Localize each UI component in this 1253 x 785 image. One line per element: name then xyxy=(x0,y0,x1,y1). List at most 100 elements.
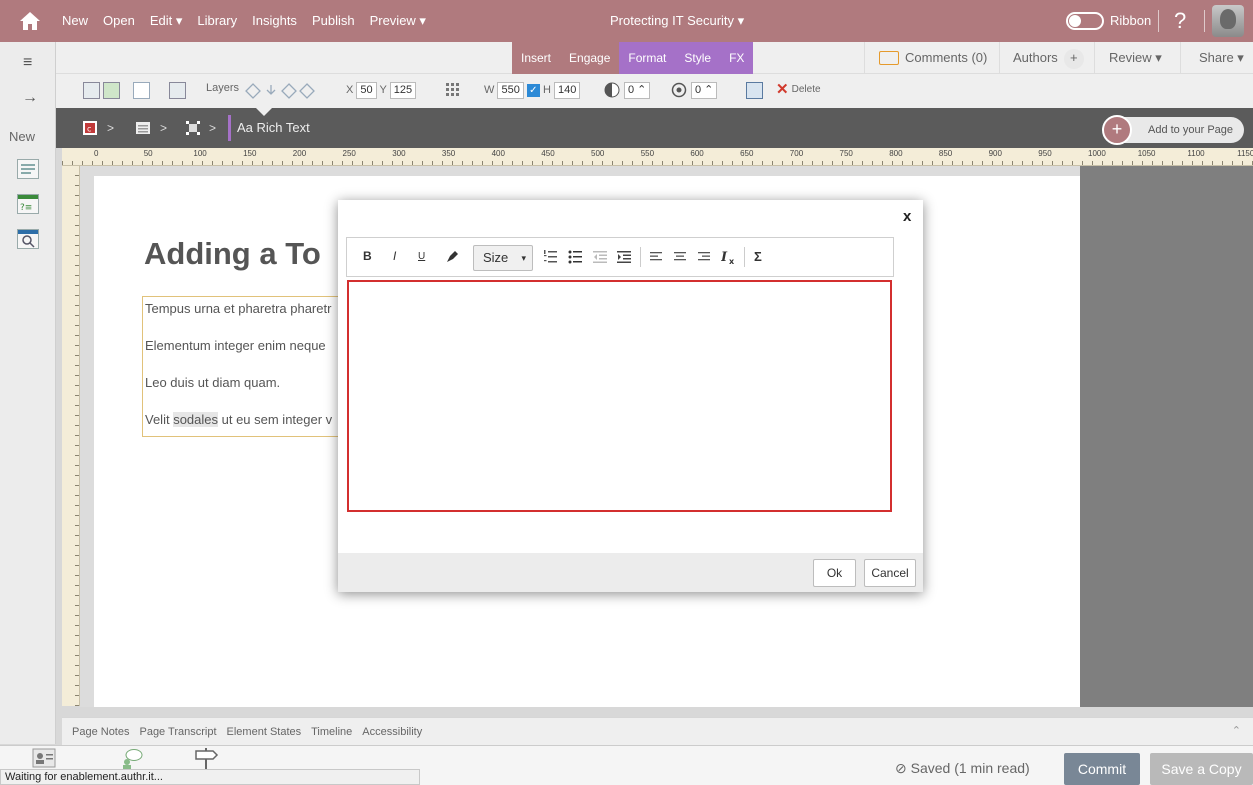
ok-button[interactable]: Ok xyxy=(813,559,856,587)
svg-text:x: x xyxy=(729,257,735,265)
page-heading[interactable]: Adding a To xyxy=(144,236,321,272)
tab-page-transcript[interactable]: Page Transcript xyxy=(139,726,216,738)
close-dialog-button[interactable]: x xyxy=(903,208,911,225)
menu-new[interactable]: New xyxy=(62,13,88,29)
rich-text-editor-area[interactable] xyxy=(347,280,892,512)
home-icon[interactable] xyxy=(18,9,42,33)
word-doc-icon[interactable] xyxy=(746,82,763,99)
comment-bubble-icon xyxy=(879,51,899,65)
tab-fx[interactable]: FX xyxy=(720,42,754,74)
font-size-dropdown[interactable]: Size ▾ xyxy=(473,245,533,271)
position-fields: X 50 Y 125 xyxy=(346,82,417,99)
edit-frame-icon[interactable] xyxy=(169,82,186,99)
outdent-icon[interactable] xyxy=(593,250,607,264)
text-line: Velit sodales ut eu sem integer v xyxy=(145,412,333,427)
italic-button[interactable]: I xyxy=(393,249,396,263)
document-title-dropdown[interactable]: Protecting IT Security ▾ xyxy=(610,13,744,29)
speech-person-icon[interactable] xyxy=(118,748,144,770)
tab-format[interactable]: Format xyxy=(619,42,676,74)
cancel-button[interactable]: Cancel xyxy=(864,559,916,587)
border-icon[interactable] xyxy=(133,82,150,99)
align-right-icon[interactable] xyxy=(698,251,710,263)
ruler-label: 600 xyxy=(690,149,704,158)
arrow-right-icon[interactable]: → xyxy=(22,89,38,107)
delete-button[interactable]: ✕ Delete xyxy=(776,80,821,98)
group-icon[interactable] xyxy=(186,121,200,135)
bold-button[interactable]: B xyxy=(363,249,372,263)
hamburger-icon[interactable]: ≡ xyxy=(23,54,32,72)
search-window-icon[interactable] xyxy=(17,229,39,249)
tab-page-notes[interactable]: Page Notes xyxy=(72,726,129,738)
comments-button[interactable]: Comments (0) xyxy=(864,42,999,74)
review-dropdown[interactable]: Review ▾ xyxy=(1094,42,1174,74)
lock-ratio-checkbox[interactable]: ✓ xyxy=(526,83,540,97)
indent-icon[interactable] xyxy=(617,250,631,264)
ruler-label: 450 xyxy=(541,149,555,158)
opacity-input[interactable]: 0 ⌃ xyxy=(624,82,651,99)
left-panel: ≡ → New ?≡ xyxy=(0,42,56,744)
add-author-icon[interactable]: + xyxy=(1063,49,1084,69)
size-fields: W 550 ✓ H 140 xyxy=(484,82,581,99)
main-menu: New Open Edit ▾ Library Insights Publish… xyxy=(62,13,426,29)
y-label: Y xyxy=(379,84,387,96)
text-line: Tempus urna et pharetra pharetr xyxy=(145,301,332,316)
authors-button[interactable]: Authors + xyxy=(999,42,1094,74)
menu-insights[interactable]: Insights xyxy=(252,13,297,29)
vertical-ruler xyxy=(62,166,80,706)
align-center-icon[interactable] xyxy=(674,251,686,263)
tab-insert[interactable]: Insert xyxy=(512,42,561,74)
canvas-offpage-area xyxy=(1080,166,1253,707)
text-block-icon[interactable] xyxy=(17,159,39,179)
menu-preview[interactable]: Preview ▾ xyxy=(370,13,426,29)
highlighted-word: sodales xyxy=(173,412,218,427)
image-fill-icon[interactable] xyxy=(83,82,100,99)
save-a-copy-button[interactable]: Save a Copy xyxy=(1150,753,1253,785)
grid-icon[interactable] xyxy=(445,82,461,98)
width-input[interactable]: 550 xyxy=(497,82,524,99)
rich-text-element[interactable]: Tempus urna et pharetra pharetr Elementu… xyxy=(142,296,342,437)
help-button[interactable]: ? xyxy=(1174,8,1186,34)
tab-engage[interactable]: Engage xyxy=(560,42,620,74)
tab-timeline[interactable]: Timeline xyxy=(311,726,352,738)
sigma-button[interactable]: Σ xyxy=(754,249,762,264)
highlighter-icon[interactable] xyxy=(444,249,460,265)
underline-button[interactable]: U xyxy=(418,251,425,262)
commit-button[interactable]: Commit xyxy=(1064,753,1140,785)
ruler-label: 700 xyxy=(789,149,804,158)
plus-icon: + xyxy=(1102,115,1132,145)
user-list-icon[interactable] xyxy=(32,748,56,768)
menu-open[interactable]: Open xyxy=(103,13,135,29)
tab-element-states[interactable]: Element States xyxy=(227,726,302,738)
align-left-icon[interactable] xyxy=(650,251,662,263)
menu-library[interactable]: Library xyxy=(197,13,237,29)
tab-accessibility[interactable]: Accessibility xyxy=(362,726,422,738)
clear-formatting-icon[interactable]: Ix xyxy=(721,249,737,265)
y-input[interactable]: 125 xyxy=(389,82,417,99)
menu-edit[interactable]: Edit ▾ xyxy=(150,13,183,29)
course-icon[interactable]: c xyxy=(83,121,97,135)
user-avatar[interactable] xyxy=(1212,5,1244,37)
ruler-label: 350 xyxy=(441,149,456,158)
height-input[interactable]: 140 xyxy=(553,82,581,99)
menu-publish[interactable]: Publish xyxy=(312,13,355,29)
collapse-panel-icon[interactable]: ⌃ xyxy=(1232,724,1241,737)
numbered-list-icon[interactable] xyxy=(543,250,557,264)
layers-label: Layers xyxy=(206,82,240,94)
tab-style[interactable]: Style xyxy=(675,42,721,74)
ruler-label: 950 xyxy=(1038,149,1052,158)
ruler-label: 550 xyxy=(640,149,655,158)
ruler-label: 100 xyxy=(193,149,207,158)
share-dropdown[interactable]: Share ▾ xyxy=(1180,42,1253,74)
ruler-label: 850 xyxy=(938,149,953,158)
page-icon[interactable] xyxy=(136,121,150,135)
bullet-list-icon[interactable] xyxy=(568,250,582,264)
rotation-input[interactable]: 0 ⌃ xyxy=(691,82,718,99)
add-to-page-button[interactable]: + Add to your Page xyxy=(1102,115,1244,145)
layer-order-icons[interactable] xyxy=(244,82,316,100)
h-label: H xyxy=(542,84,551,96)
question-icon[interactable]: ?≡ xyxy=(17,194,39,214)
breadcrumb-current-rich-text[interactable]: Aa Rich Text xyxy=(228,115,310,141)
image-icon[interactable] xyxy=(103,82,120,99)
ribbon-toggle[interactable] xyxy=(1066,12,1104,30)
x-input[interactable]: 50 xyxy=(356,82,377,99)
